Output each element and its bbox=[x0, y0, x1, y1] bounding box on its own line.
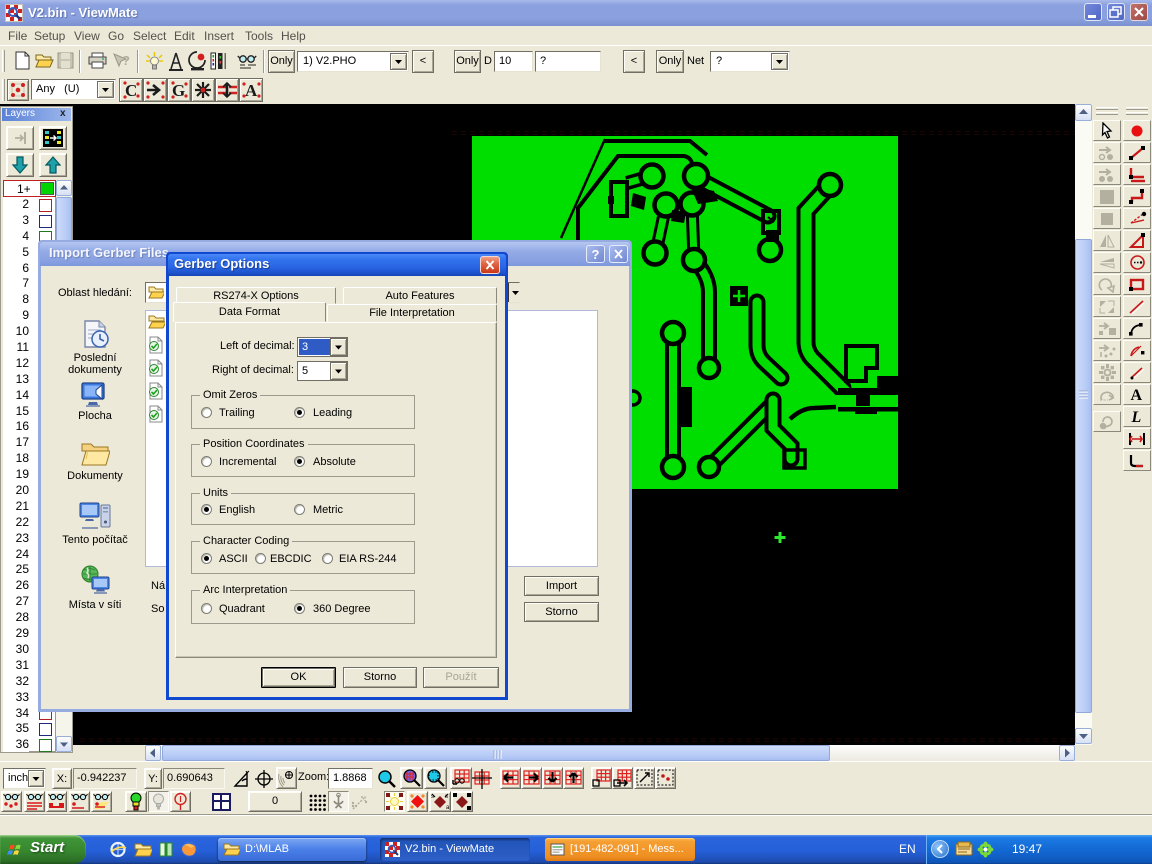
svg-text:s: s bbox=[445, 794, 448, 800]
svg-text:s: s bbox=[431, 794, 434, 800]
svg-text:A: A bbox=[1131, 387, 1143, 403]
svg-text:a: a bbox=[446, 805, 450, 811]
svg-text:?: ? bbox=[122, 53, 130, 68]
svg-text:C: C bbox=[125, 81, 137, 100]
svg-text:A: A bbox=[245, 81, 258, 100]
svg-text:L: L bbox=[1131, 409, 1142, 425]
